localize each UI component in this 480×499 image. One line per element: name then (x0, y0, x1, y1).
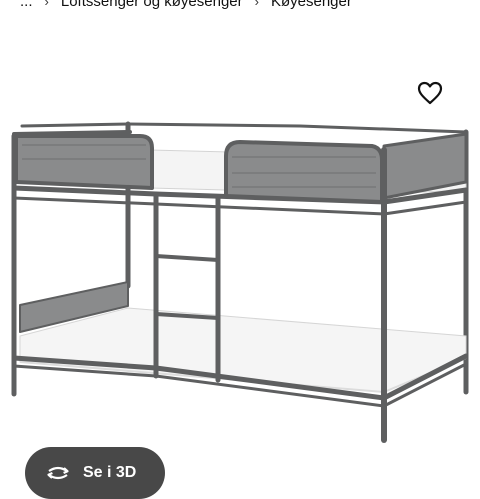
breadcrumb-item-loft-beds[interactable]: Loftssenger og køyesenger (61, 0, 243, 10)
heart-outline-icon (417, 81, 443, 105)
chevron-right-icon: › (44, 0, 49, 9)
favorite-button[interactable] (416, 79, 444, 107)
bunk-bed-image (11, 121, 469, 443)
view-in-3d-button[interactable]: Se i 3D (25, 447, 165, 499)
rotate-3d-icon (47, 466, 69, 480)
breadcrumb-ellipsis[interactable]: ... (20, 0, 33, 10)
view-in-3d-label: Se i 3D (83, 464, 137, 481)
breadcrumb-item-bunk-beds[interactable]: Køyesenger (271, 0, 352, 10)
breadcrumb: ... › Loftssenger og køyesenger › Køyese… (20, 0, 352, 12)
chevron-right-icon: › (254, 0, 259, 9)
